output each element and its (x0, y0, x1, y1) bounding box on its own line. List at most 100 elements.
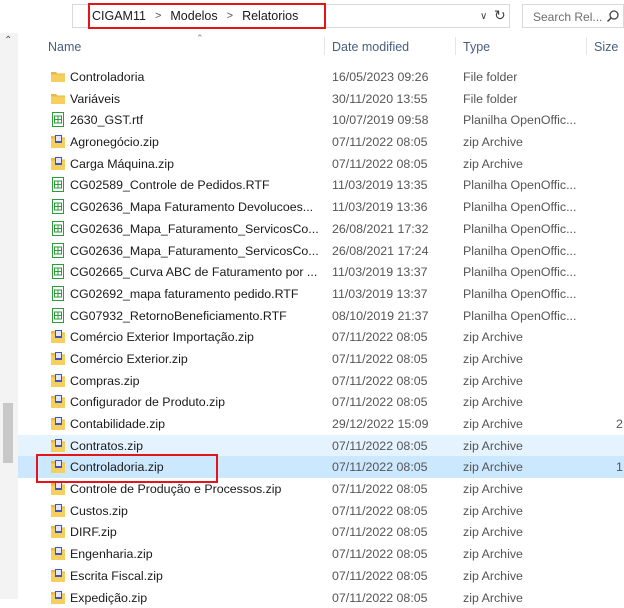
file-date-modified: 07/11/2022 08:05 (332, 591, 428, 605)
file-name: CG02589_Controle de Pedidos.RTF (70, 178, 270, 192)
file-row[interactable]: Controladoria16/05/2023 09:26File folder (18, 66, 624, 88)
file-type: Planilha OpenOffic... (463, 113, 576, 127)
chevron-up-icon[interactable]: ⌃ (4, 35, 12, 46)
refresh-icon[interactable]: ↻ (494, 7, 506, 24)
file-name: Comércio Exterior.zip (70, 352, 188, 366)
file-date-modified: 26/08/2021 17:32 (332, 222, 428, 236)
file-row[interactable]: Engenharia.zip07/11/2022 08:05zip Archiv… (18, 543, 624, 565)
file-date-modified: 07/11/2022 08:05 (332, 157, 428, 171)
zip-archive-icon (50, 546, 66, 561)
zip-archive-icon (50, 524, 66, 539)
file-row[interactable]: Contabilidade.zip29/12/2022 15:09zip Arc… (18, 413, 624, 435)
column-header-name[interactable]: Name (48, 40, 81, 54)
file-date-modified: 08/10/2019 21:37 (332, 309, 428, 323)
navigation-pane-scrollbar[interactable]: ⌃ (0, 33, 18, 599)
file-date-modified: 07/11/2022 08:05 (332, 460, 428, 474)
file-row[interactable]: CG07932_RetornoBeneficiamento.RTF08/10/2… (18, 305, 624, 327)
address-bar-row: CIGAM11 > Modelos > Relatorios ∨ ↻ (0, 0, 624, 33)
file-size: 1 (616, 460, 623, 474)
column-divider[interactable] (455, 37, 456, 55)
file-date-modified: 30/11/2020 13:55 (332, 92, 428, 106)
file-name: Controle de Produção e Processos.zip (70, 482, 281, 496)
file-date-modified: 07/11/2022 08:05 (332, 547, 428, 561)
file-type: zip Archive (463, 569, 523, 583)
file-date-modified: 29/12/2022 15:09 (332, 417, 428, 431)
file-row[interactable]: Carga Máquina.zip07/11/2022 08:05zip Arc… (18, 153, 624, 175)
column-divider[interactable] (586, 37, 587, 55)
column-header-date-modified[interactable]: Date modified (332, 40, 409, 54)
file-type: zip Archive (463, 525, 523, 539)
file-date-modified: 07/11/2022 08:05 (332, 525, 428, 539)
file-row[interactable]: CG02665_Curva ABC de Faturamento por ...… (18, 261, 624, 283)
file-date-modified: 11/03/2019 13:35 (332, 178, 428, 192)
file-type: Planilha OpenOffic... (463, 309, 576, 323)
file-row[interactable]: Agronegócio.zip07/11/2022 08:05zip Archi… (18, 131, 624, 153)
breadcrumb-item-cigam11[interactable]: CIGAM11 (92, 9, 146, 23)
file-date-modified: 07/11/2022 08:05 (332, 352, 428, 366)
file-type: zip Archive (463, 417, 523, 431)
file-name: Engenharia.zip (70, 547, 153, 561)
breadcrumb-separator-icon[interactable]: > (227, 10, 233, 22)
file-row[interactable]: CG02589_Controle de Pedidos.RTF 11/03/201… (18, 174, 624, 196)
column-header-size[interactable]: Size (594, 40, 618, 54)
file-name: DIRF.zip (70, 525, 117, 539)
column-header-type[interactable]: Type (463, 40, 490, 54)
file-name: Variáveis (70, 92, 120, 106)
search-icon[interactable] (606, 9, 620, 23)
file-row[interactable]: CG02636_Mapa_Faturamento_ServicosCo...26… (18, 218, 624, 240)
file-row[interactable]: Comércio Exterior Importação.zip07/11/20… (18, 326, 624, 348)
scrollbar-thumb[interactable] (3, 403, 13, 463)
file-row[interactable]: CG02692_mapa faturamento pedido.RTF11/03… (18, 283, 624, 305)
file-type: zip Archive (463, 439, 523, 453)
file-row[interactable]: Contratos.zip07/11/2022 08:05zip Archive (18, 435, 624, 457)
file-name: CG02665_Curva ABC de Faturamento por ... (70, 265, 317, 279)
breadcrumb-item-relatorios[interactable]: Relatorios (242, 9, 298, 23)
file-row[interactable]: Variáveis 30/11/2020 13:55 File folder (18, 88, 624, 110)
spreadsheet-file-icon (50, 243, 66, 258)
file-date-modified: 07/11/2022 08:05 (332, 395, 428, 409)
file-row[interactable]: Custos.zip07/11/2022 08:05zip Archive (18, 500, 624, 522)
spreadsheet-file-icon (50, 308, 66, 323)
file-row[interactable]: Compras.zip07/11/2022 08:05zip Archive (18, 370, 624, 392)
file-type: zip Archive (463, 374, 523, 388)
breadcrumb[interactable]: CIGAM11 > Modelos > Relatorios (92, 9, 298, 23)
spreadsheet-file-icon (50, 112, 66, 127)
spreadsheet-file-icon (50, 286, 66, 301)
file-row[interactable]: Expedição.zip07/11/2022 08:05zip Archive (18, 587, 624, 608)
file-row[interactable]: Controladoria.zip07/11/2022 08:05zip Arc… (18, 456, 624, 478)
file-date-modified: 07/11/2022 08:05 (332, 504, 428, 518)
zip-archive-icon (50, 568, 66, 583)
file-type: Planilha OpenOffic... (463, 287, 576, 301)
file-name: Controladoria (70, 70, 144, 84)
column-header-row: ⌃ Name Date modified Type Size (18, 33, 624, 59)
file-row[interactable]: DIRF.zip 07/11/2022 08:05 zip Archive (18, 521, 624, 543)
breadcrumb-item-modelos[interactable]: Modelos (170, 9, 217, 23)
file-name: Agronegócio.zip (70, 135, 159, 149)
file-row[interactable]: Comércio Exterior.zip07/11/2022 08:05zip… (18, 348, 624, 370)
file-type: zip Archive (463, 395, 523, 409)
file-name: Configurador de Produto.zip (70, 395, 225, 409)
file-row[interactable]: CG02636_Mapa Faturamento Devolucoes...11… (18, 196, 624, 218)
zip-archive-icon (50, 156, 66, 171)
file-date-modified: 11/03/2019 13:37 (332, 287, 428, 301)
file-row[interactable]: Configurador de Produto.zip 07/11/2022 08… (18, 391, 624, 413)
file-date-modified: 07/11/2022 08:05 (332, 374, 428, 388)
file-type: File folder (463, 92, 517, 106)
file-date-modified: 07/11/2022 08:05 (332, 135, 428, 149)
file-date-modified: 10/07/2019 09:58 (332, 113, 428, 127)
search-box[interactable] (522, 4, 624, 28)
file-row[interactable]: CG02636_Mapa_Faturamento_ServicosCo...26… (18, 240, 624, 262)
file-row[interactable]: 2630_GST.rtf10/07/2019 09:58Planilha Ope… (18, 109, 624, 131)
file-list: Controladoria 16/05/2023 09:26 File folder… (18, 66, 624, 608)
chevron-down-icon[interactable]: ∨ (480, 11, 487, 22)
file-row[interactable]: Controle de Produção e Processos.zip07/1… (18, 478, 624, 500)
file-date-modified: 16/05/2023 09:26 (332, 70, 428, 84)
search-input[interactable] (531, 6, 611, 28)
zip-archive-icon (50, 438, 66, 453)
file-row[interactable]: Escrita Fiscal.zip07/11/2022 08:05zip Ar… (18, 565, 624, 587)
breadcrumb-separator-icon[interactable]: > (155, 10, 161, 22)
zip-archive-icon (50, 373, 66, 388)
column-divider[interactable] (324, 37, 325, 55)
file-name: Expedição.zip (70, 591, 147, 605)
file-name: CG02636_Mapa Faturamento Devolucoes... (70, 200, 313, 214)
